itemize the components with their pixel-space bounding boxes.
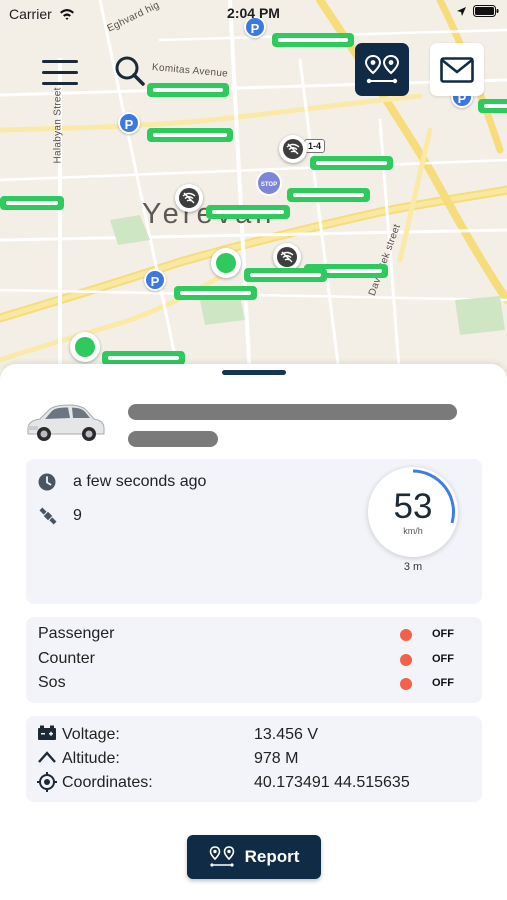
mail-icon [440, 56, 474, 83]
vehicle-label [174, 286, 257, 300]
search-icon [115, 56, 145, 86]
route-button[interactable] [355, 43, 409, 96]
sensors-card: Passenger OFF Counter OFF Sos OFF [26, 617, 482, 703]
offline-vehicle-marker[interactable] [175, 184, 203, 212]
sensor-state: OFF [432, 628, 454, 640]
vehicle-name-placeholder [128, 404, 457, 420]
menu-button[interactable] [42, 60, 78, 88]
report-button-label: Report [244, 847, 300, 866]
speed-value: 53 [393, 487, 433, 526]
messages-button[interactable] [430, 43, 484, 96]
online-vehicle-marker[interactable] [70, 332, 100, 362]
sensor-row-sos: Sos OFF [38, 672, 464, 696]
vehicle-label [287, 188, 370, 202]
vehicle-plate-placeholder [128, 431, 218, 447]
battery-icon [473, 5, 499, 17]
vehicle-label [147, 83, 229, 97]
sensor-status-dot [400, 629, 412, 641]
route-icon [364, 54, 400, 83]
sensor-state: OFF [432, 677, 454, 689]
voltage-value: 13.456 V [254, 726, 319, 743]
vehicle-label [478, 99, 507, 113]
altitude-value: 978 M [254, 750, 299, 767]
vehicle-label [102, 351, 185, 365]
search-button[interactable] [110, 52, 150, 92]
parking-marker[interactable]: P [144, 269, 166, 291]
street-label: Halabyan Street [52, 87, 64, 164]
road-shield: 1-4 [304, 139, 326, 153]
location-icon [37, 772, 57, 792]
sensor-row-counter: Counter OFF [38, 648, 464, 672]
sensor-name: Counter [38, 650, 95, 667]
battery-icon [38, 725, 56, 740]
parameters-card: Voltage: 13.456 V Altitude: 978 M Coordi… [26, 716, 482, 802]
altitude-label: Altitude: [62, 750, 120, 767]
clock: 2:04 PM [227, 5, 280, 21]
location-arrow-icon [457, 6, 466, 16]
vehicle-label [206, 205, 290, 219]
speedometer: 53 km/h [368, 467, 458, 557]
voltage-label: Voltage: [62, 726, 120, 743]
vehicle-label [272, 33, 354, 47]
speed-unit: km/h [403, 526, 423, 536]
report-button[interactable]: Report [187, 835, 321, 879]
offline-vehicle-marker[interactable] [279, 135, 307, 163]
vehicle-label [0, 196, 64, 210]
offline-vehicle-marker[interactable] [273, 243, 301, 271]
satellite-icon [39, 507, 57, 525]
altitude-icon [38, 751, 56, 763]
online-vehicle-marker[interactable] [211, 248, 241, 278]
sensor-name: Sos [38, 674, 66, 691]
sheet-drag-handle[interactable] [222, 370, 286, 375]
stop-sign-marker: STOP [256, 170, 282, 196]
menu-icon [42, 60, 78, 63]
vehicle-label [244, 268, 327, 282]
sensor-state: OFF [432, 653, 454, 665]
satellite-count: 9 [73, 507, 82, 524]
coordinates-value: 40.173491 44.515635 [254, 774, 410, 791]
sensor-name: Passenger [38, 625, 115, 642]
parking-marker[interactable]: P [118, 112, 140, 134]
sensor-status-dot [400, 654, 412, 666]
vehicle-details-sheet[interactable]: a few seconds ago 9 53 km/h 3 m Passenge… [0, 364, 507, 900]
sensor-status-dot [400, 678, 412, 690]
vehicle-status-card: a few seconds ago 9 53 km/h 3 m [26, 459, 482, 604]
vehicle-label [310, 156, 393, 170]
clock-icon [38, 473, 56, 491]
vehicle-car-image [27, 404, 105, 441]
coordinates-label: Coordinates: [62, 774, 153, 791]
gps-accuracy: 3 m [403, 561, 423, 573]
route-icon [209, 846, 234, 867]
vehicle-label [147, 128, 233, 142]
status-icons [456, 5, 499, 17]
sensor-row-passenger: Passenger OFF [38, 623, 464, 647]
status-bar: Carrier 2:04 PM [0, 0, 507, 28]
last-update-text: a few seconds ago [73, 473, 207, 490]
